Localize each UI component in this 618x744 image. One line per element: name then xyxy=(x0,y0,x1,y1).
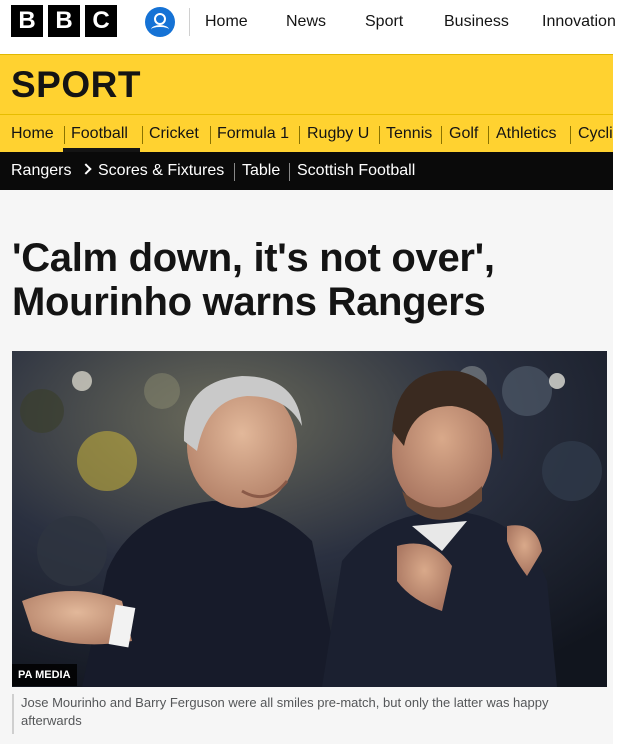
sport-section-title[interactable]: SPORT xyxy=(11,64,141,106)
article-image xyxy=(12,351,607,687)
sport-nav-cycling[interactable]: Cycli xyxy=(578,125,613,143)
account-icon[interactable] xyxy=(145,7,175,37)
sub-nav-separator xyxy=(289,163,290,181)
bbc-logo-letter-c: C xyxy=(85,5,117,37)
sub-nav-scottish-football[interactable]: Scottish Football xyxy=(297,162,415,180)
top-nav-news[interactable]: News xyxy=(286,0,326,44)
top-nav-business[interactable]: Business xyxy=(444,0,509,44)
account-icon-head xyxy=(154,13,166,25)
sport-nav-golf[interactable]: Golf xyxy=(449,125,478,143)
headline-line-2: Mourinho warns Rangers xyxy=(12,280,486,324)
sport-banner: SPORT xyxy=(0,54,613,114)
sub-nav-scores-fixtures[interactable]: Scores & Fixtures xyxy=(98,162,224,180)
bbc-logo-letter-b1: B xyxy=(11,5,43,37)
headline-line-1: 'Calm down, it's not over', xyxy=(12,236,495,280)
sport-nav-separator xyxy=(570,126,571,144)
account-icon-body xyxy=(151,25,169,34)
header-divider xyxy=(189,8,190,36)
sport-nav-separator xyxy=(210,126,211,144)
sport-nav-separator xyxy=(64,126,65,144)
sport-nav-separator xyxy=(488,126,489,144)
top-nav-home[interactable]: Home xyxy=(205,0,248,44)
top-nav-sport[interactable]: Sport xyxy=(365,0,403,44)
article-photo-illustration xyxy=(12,351,607,687)
sub-nav-separator xyxy=(234,163,235,181)
sport-nav-football[interactable]: Football xyxy=(71,125,128,143)
bbc-logo[interactable]: B B C xyxy=(11,5,117,37)
sport-nav: Home Football Cricket Formula 1 Rugby U … xyxy=(0,114,613,152)
sub-nav-table[interactable]: Table xyxy=(242,162,280,180)
sport-nav-home[interactable]: Home xyxy=(11,125,54,143)
image-credit: PA MEDIA xyxy=(12,664,77,686)
article-headline: 'Calm down, it's not over', Mourinho war… xyxy=(12,236,602,324)
sport-nav-separator xyxy=(379,126,380,144)
global-header: B B C Home News Sport Business Innovatio… xyxy=(0,0,618,44)
sport-nav-formula-1[interactable]: Formula 1 xyxy=(217,125,289,143)
top-nav-innovation[interactable]: Innovation xyxy=(542,0,616,44)
bbc-logo-letter-b2: B xyxy=(48,5,80,37)
rangers-sub-nav: Rangers Scores & Fixtures Table Scottish… xyxy=(0,152,613,190)
sport-nav-separator xyxy=(142,126,143,144)
chevron-right-icon xyxy=(80,163,92,175)
sport-nav-separator xyxy=(299,126,300,144)
sub-nav-rangers[interactable]: Rangers xyxy=(11,162,71,180)
caption-rule xyxy=(12,694,14,734)
sport-nav-separator xyxy=(441,126,442,144)
sport-nav-cricket[interactable]: Cricket xyxy=(149,125,199,143)
sport-nav-tennis[interactable]: Tennis xyxy=(386,125,432,143)
image-caption: Jose Mourinho and Barry Ferguson were al… xyxy=(21,695,549,728)
sport-nav-athletics[interactable]: Athletics xyxy=(496,125,556,143)
sport-nav-rugby-union[interactable]: Rugby U xyxy=(307,125,369,143)
